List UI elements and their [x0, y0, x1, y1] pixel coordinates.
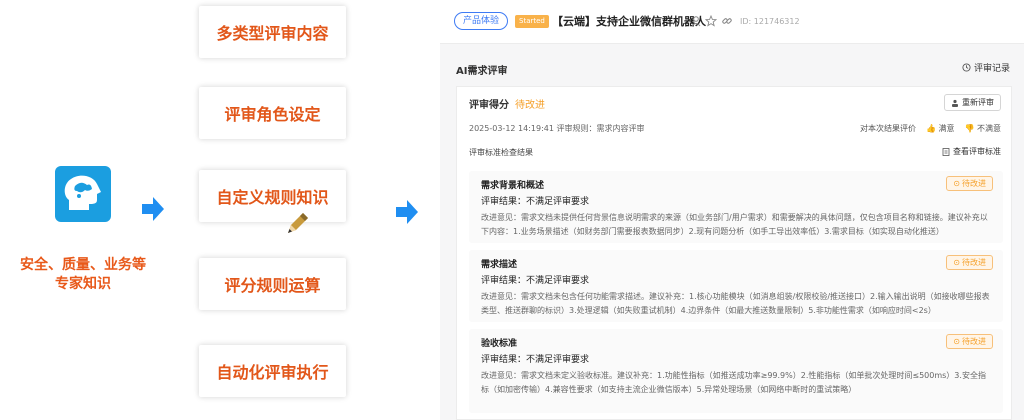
pencil-icon [288, 213, 308, 233]
score-value: 待改进 [515, 100, 545, 111]
pending-badge: ⊙ 待改进 [946, 334, 993, 349]
rereview-label: 重新评审 [962, 98, 994, 107]
feature-scoring-rule: 评分规则运算 [199, 258, 346, 310]
check-item: 需求描述 评审结果：不满足评审要求 改进意见：需求文档未包含任何功能需求描述。建… [469, 250, 1003, 322]
requirement-id: ID: 121746312 [740, 17, 800, 26]
review-meta: 2025-03-12 14:19:41 评审规则：需求内容评审 [469, 124, 645, 133]
check-item-verdict: 评审结果：不满足评审要求 [481, 276, 590, 286]
like-button[interactable]: 👍 满意 [926, 123, 955, 134]
view-standard-link[interactable]: 查看评审标准 [942, 146, 1001, 157]
warning-icon: ⊙ [953, 179, 960, 188]
pending-badge-label: 待改进 [962, 258, 986, 267]
check-result-title: 评审标准检查结果 [469, 148, 533, 157]
check-item-name: 验收标准 [481, 339, 518, 349]
arrow-right-icon [396, 200, 418, 224]
expert-block: 安全、质量、业务等 专家知识 [8, 166, 158, 294]
dislike-button[interactable]: 👎 不满意 [964, 123, 1001, 134]
check-item-verdict: 评审结果：不满足评审要求 [481, 355, 590, 365]
star-icon[interactable] [705, 15, 717, 27]
review-result-card: 评审得分 待改进 重新评审 2025-03-12 14:19:41 评审规则：需求… [456, 86, 1012, 420]
pending-badge-label: 待改进 [962, 337, 986, 346]
section-title: AI需求评审 [456, 66, 508, 77]
check-item: 验收标准 评审结果：不满足评审要求 改进意见：需求文档未定义验收标准。建议补充：… [469, 329, 1003, 413]
person-icon [952, 99, 958, 107]
warning-icon: ⊙ [953, 337, 960, 346]
check-item-name: 需求背景和概述 [481, 181, 545, 191]
thumbs-down-icon: 👎 [964, 124, 975, 133]
link-icon[interactable] [721, 15, 733, 27]
review-record-link[interactable]: 评审记录 [962, 61, 1010, 74]
clock-icon [962, 63, 971, 72]
feature-multi-type-content: 多类型评审内容 [199, 6, 346, 58]
check-item-name: 需求描述 [481, 260, 518, 270]
warning-icon: ⊙ [953, 258, 960, 267]
check-item-verdict: 评审结果：不满足评审要求 [481, 197, 590, 207]
score-label: 评审得分 [469, 100, 509, 111]
feature-custom-rule-knowledge: 自定义规则知识 [199, 170, 346, 222]
status-tag: Started [515, 15, 549, 28]
feedback-prompt: 对本次结果评价 [859, 124, 916, 133]
brain-head-icon [55, 166, 111, 222]
view-standard-label: 查看评审标准 [953, 147, 1001, 156]
like-label: 满意 [938, 124, 955, 133]
user-icon[interactable] [690, 15, 702, 27]
check-item: 需求背景和概述 评审结果：不满足评审要求 改进意见：需求文档未提供任何背景信息说… [469, 171, 1003, 243]
pending-badge: ⊙ 待改进 [946, 255, 993, 270]
pending-badge: ⊙ 待改进 [946, 176, 993, 191]
requirement-header: 产品体验 Started 【云端】支持企业微信群机器人 ID: 12174631… [440, 0, 1024, 44]
pending-badge-label: 待改进 [962, 179, 986, 188]
arrow-right-icon [142, 197, 164, 221]
check-item-advice: 改进意见：需求文档未包含任何功能需求描述。建议补充：1.核心功能模块（如消息组装… [481, 292, 990, 315]
feature-auto-review: 自动化评审执行 [199, 345, 346, 397]
check-item-advice: 改进意见：需求文档未提供任何背景信息说明需求的来源（如业务部门/用户需求）和需要… [481, 213, 988, 236]
rereview-button[interactable]: 重新评审 [944, 94, 1001, 111]
check-item-advice: 改进意见：需求文档未定义验收标准。建议补充：1.功能性指标（如推送成功率≥99.… [481, 371, 986, 394]
dislike-label: 不满意 [977, 124, 1001, 133]
product-tag[interactable]: 产品体验 [454, 12, 509, 30]
expert-label-line2: 专家知识 [55, 276, 111, 292]
score-row: 评审得分 待改进 [469, 96, 545, 111]
review-record-label: 评审记录 [973, 64, 1010, 74]
review-panel: 产品体验 Started 【云端】支持企业微信群机器人 ID: 12174631… [440, 0, 1024, 420]
feedback-row: 对本次结果评价 👍 满意 👎 不满意 [860, 123, 1001, 134]
expert-label-line1: 安全、质量、业务等 [20, 257, 146, 273]
requirement-title: 【云端】支持企业微信群机器人 [552, 15, 706, 28]
thumbs-up-icon: 👍 [925, 124, 936, 133]
document-icon [942, 147, 950, 156]
feature-role-setting: 评审角色设定 [199, 87, 346, 139]
